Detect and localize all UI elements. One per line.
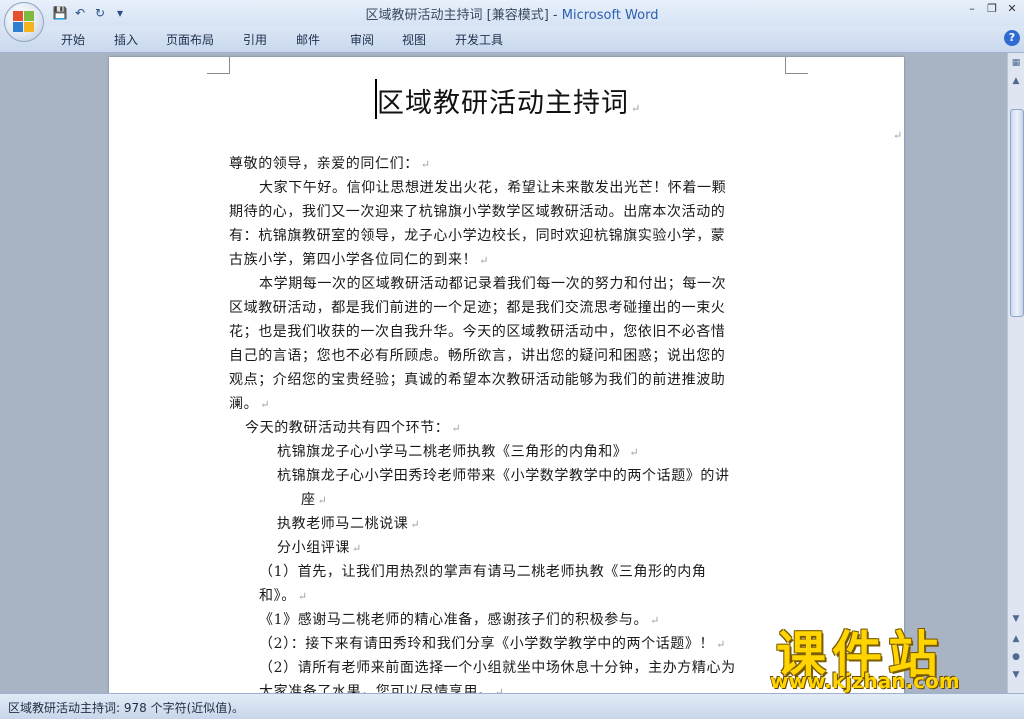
select-browse-object-icon[interactable]: ● <box>1010 651 1022 663</box>
help-icon[interactable]: ? <box>1004 30 1020 46</box>
word-count-status[interactable]: 区域教研活动主持词: 978 个字符(近似值)。 <box>8 699 244 716</box>
tab-home[interactable]: 开始 <box>55 31 91 48</box>
document-page[interactable]: 区域教研活动主持词 ↵ ↵ 尊敬的领导，亲爱的同仁们： ↵ 大家下午好。信仰让思想迸… <box>109 57 904 693</box>
office-button[interactable] <box>4 2 44 42</box>
paragraph-line: （1）首先，让我们用热烈的掌声有请马二桃老师执教《三角形的内角 <box>259 564 707 580</box>
paragraph-line: 有：杭锦旗教研室的领导，龙子心小学边校长，同时欢迎杭锦旗实验小学，蒙 <box>229 228 726 244</box>
tab-review[interactable]: 审阅 <box>344 31 380 48</box>
list-item: 分小组评课 ↵ <box>277 540 362 556</box>
crop-mark <box>785 57 808 74</box>
tab-view[interactable]: 视图 <box>396 31 432 48</box>
tab-developer[interactable]: 开发工具 <box>449 31 509 48</box>
title-bar: 💾 ↶ ↻ ▾ 区域教研活动主持词 [兼容模式] - Microsoft Wor… <box>0 0 1024 26</box>
window-title: 区域教研活动主持词 [兼容模式] - Microsoft Word <box>0 4 1024 23</box>
vertical-scrollbar[interactable]: ▦ ▲ ▼ ▲ ● ▼ <box>1007 53 1024 693</box>
scroll-up-icon[interactable]: ▲ <box>1010 75 1022 87</box>
office-logo-icon <box>13 11 35 33</box>
paragraph-line: 本学期每一次的区域教研活动都记录着我们每一次的努力和付出；每一次 <box>259 276 727 292</box>
crop-mark <box>207 57 230 74</box>
ruler-toggle-icon[interactable]: ▦ <box>1010 57 1022 69</box>
paragraph-line: 今天的教研活动共有四个环节： ↵ <box>245 420 462 436</box>
paragraph-line: （2）请所有老师来前面选择一个小组就坐中场休息十分钟，主办方精心为 <box>259 660 736 676</box>
list-item: 座 ↵ <box>301 492 328 508</box>
paragraph-line: 澜。 ↵ <box>229 396 271 412</box>
scroll-down-icon[interactable]: ▼ <box>1010 613 1022 625</box>
window-controls: – ❐ ✕ <box>966 2 1018 15</box>
status-bar: 区域教研活动主持词: 978 个字符(近似值)。 <box>0 693 1024 719</box>
tab-mailings[interactable]: 邮件 <box>290 31 326 48</box>
paragraph-line: 期待的心，我们又一次迎来了杭锦旗小学数学区域教研活动。出席本次活动的 <box>229 204 726 220</box>
empty-paragraph-mark: ↵ <box>893 129 903 142</box>
window-title-app: Microsoft Word <box>561 8 659 23</box>
paragraph-line: （2）：接下来有请田秀玲和我们分享《小学数学教学中的两个话题》！ ↵ <box>259 636 726 652</box>
list-item: 执教老师马二桃说课 ↵ <box>277 516 421 532</box>
paragraph-line: 和》。 ↵ <box>259 588 308 604</box>
tab-references[interactable]: 引用 <box>237 31 273 48</box>
paragraph-line: 区域教研活动，都是我们前进的一个足迹；都是我们交流思考碰撞出的一束火 <box>229 300 726 316</box>
list-item: 杭锦旗龙子心小学田秀玲老师带来《小学数学教学中的两个话题》的讲 <box>277 468 730 484</box>
previous-page-icon[interactable]: ▲ <box>1010 633 1022 645</box>
document-title: 区域教研活动主持词 ↵ <box>377 88 642 119</box>
next-page-icon[interactable]: ▼ <box>1010 669 1022 681</box>
paragraph-line: 大家下午好。信仰让思想迸发出火花，希望让未来散发出光芒！怀着一颗 <box>259 180 727 196</box>
paragraph-line: 《1》感谢马二桃老师的精心准备，感谢孩子们的积极参与。 ↵ <box>259 612 660 628</box>
paragraph-line: 大家准备了水果，您可以尽情享用。 ↵ <box>259 684 505 693</box>
paragraph-line: 古族小学，第四小学各位同仁的到来！ ↵ <box>229 252 490 268</box>
document-area: 区域教研活动主持词 ↵ ↵ 尊敬的领导，亲爱的同仁们： ↵ 大家下午好。信仰让思想迸… <box>0 53 1007 693</box>
list-item: 杭锦旗龙子心小学马二桃老师执教《三角形的内角和》 ↵ <box>277 444 640 460</box>
restore-icon[interactable]: ❐ <box>986 2 998 15</box>
paragraph-line: 自己的言语；您也不必有所顾虑。畅所欲言，讲出您的疑问和困惑；说出您的 <box>229 348 726 364</box>
tab-page-layout[interactable]: 页面布局 <box>160 31 220 48</box>
paragraph-line: 花；也是我们收获的一次自我升华。今天的区域教研活动中，您依旧不必吝惜 <box>229 324 726 340</box>
minimize-icon[interactable]: – <box>966 2 978 15</box>
ribbon-tabs: 开始 插入 页面布局 引用 邮件 审阅 视图 开发工具 ? <box>0 26 1024 53</box>
paragraph-line: 尊敬的领导，亲爱的同仁们： ↵ <box>229 156 431 172</box>
scroll-thumb[interactable] <box>1010 109 1024 317</box>
paragraph-line: 观点；介绍您的宝贵经验；真诚的希望本次教研活动能够为我们的前进推波助 <box>229 372 726 388</box>
window-title-document: 区域教研活动主持词 [兼容模式] - <box>365 8 562 23</box>
watermark-url: www.kjzhan.com <box>770 669 960 693</box>
site-watermark: 课件站 www.kjzhan.com <box>770 615 1010 695</box>
close-icon[interactable]: ✕ <box>1006 2 1018 15</box>
tab-insert[interactable]: 插入 <box>108 31 144 48</box>
